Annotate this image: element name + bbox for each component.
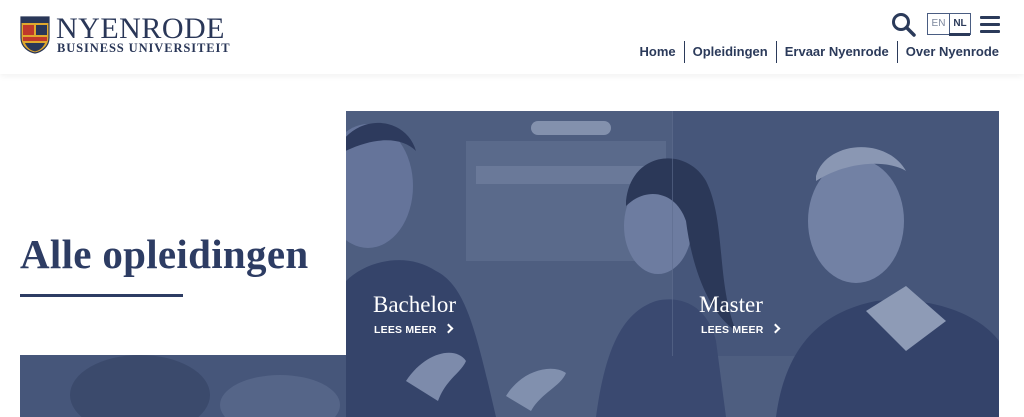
nav-item-over-nyenrode[interactable]: Over Nyenrode: [896, 41, 999, 63]
master-title: Master: [699, 292, 763, 317]
language-en[interactable]: EN: [928, 14, 949, 34]
nav-item-opleidingen[interactable]: Opleidingen: [683, 41, 776, 63]
menu-icon[interactable]: [980, 16, 1000, 34]
search-icon[interactable]: [891, 12, 917, 38]
hero-photo: Bachelor LEES MEER Master LEES MEER: [346, 111, 999, 417]
bachelor-card[interactable]: [346, 111, 672, 356]
master-read-more-label: LEES MEER: [701, 324, 764, 336]
master-card[interactable]: [673, 111, 999, 356]
language-switcher: EN NL: [927, 13, 971, 35]
nav-item-ervaar-nyenrode[interactable]: Ervaar Nyenrode: [775, 41, 897, 63]
logo-subtitle: BUSINESS UNIVERSITEIT: [57, 41, 231, 55]
bachelor-read-more-link[interactable]: LEES MEER: [374, 323, 454, 336]
title-underline: [20, 294, 183, 297]
nav-item-home[interactable]: Home: [631, 41, 683, 63]
chevron-right-icon: [444, 323, 454, 334]
master-read-more-link[interactable]: LEES MEER: [701, 323, 781, 336]
active-language-indicator: [949, 33, 970, 36]
bachelor-read-more-label: LEES MEER: [374, 324, 437, 336]
bachelor-title: Bachelor: [373, 292, 457, 317]
chevron-right-icon: [771, 323, 781, 334]
crest-icon: [20, 16, 50, 54]
language-nl[interactable]: NL: [949, 14, 970, 34]
page-title: Alle opleidingen: [20, 231, 309, 277]
site-header: NYENRODE BUSINESS UNIVERSITEIT EN NL Hom…: [0, 0, 1024, 74]
main-nav: Home Opleidingen Ervaar Nyenrode Over Ny…: [631, 41, 999, 63]
